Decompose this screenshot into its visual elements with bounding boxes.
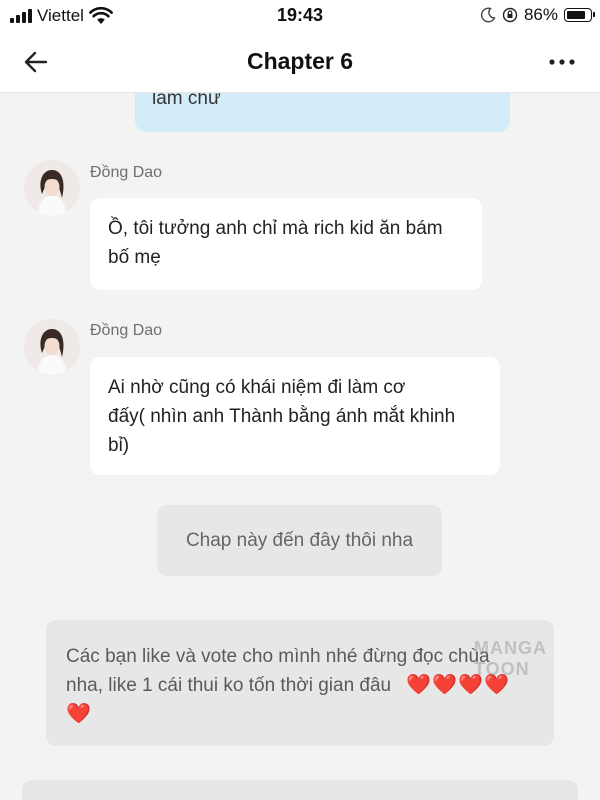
character-name: Đồng Dao: [90, 322, 163, 339]
more-icon[interactable]: [546, 52, 578, 72]
author-note-line: nha, like 1 cái thui ko tốn thời gian đâ…: [66, 671, 534, 700]
message-line: Ai nhờ cũng có khái niệm đi làm cơ: [108, 377, 406, 398]
avatar[interactable]: [24, 319, 80, 375]
avatar[interactable]: [24, 160, 80, 216]
status-bar: Viettel 19:43 86%: [0, 0, 600, 32]
moon-icon: [480, 7, 496, 23]
rotation-lock-icon: [502, 7, 518, 23]
character-message-bubble: Ai nhờ cũng có khái niệm đi làm cơ đấy( …: [90, 357, 500, 475]
character-portrait-icon: [24, 319, 80, 375]
author-note-line: Các bạn like và vote cho mình nhé đừng đ…: [66, 646, 490, 667]
battery-icon: [564, 8, 595, 22]
narration-bubble: Chap này đến đây thôi nha: [157, 505, 442, 576]
author-note-text: nha, like 1 cái thui ko tốn thời gian đâ…: [66, 675, 392, 696]
next-bubble-edge: [22, 780, 578, 800]
watermark-logo: MANGA TOON: [474, 638, 547, 679]
character-message-bubble: Ồ, tôi tưởng anh chỉ mà rich kid ăn bám …: [90, 198, 482, 290]
character-name: Đồng Dao: [90, 164, 163, 181]
message-line: Ồ, tôi tưởng anh chỉ mà rich kid ăn bám: [108, 218, 443, 239]
character-portrait-icon: [24, 160, 80, 216]
heart-icon: ❤️: [66, 703, 92, 725]
author-note-line: ❤️: [66, 700, 534, 729]
nav-bar: Chapter 6: [0, 32, 600, 93]
battery-percent: 86%: [523, 5, 558, 24]
message-line: bỉ): [108, 435, 130, 456]
status-right: 86%: [480, 5, 595, 25]
chapter-title: Chapter 6: [246, 48, 354, 74]
message-line: đấy( nhìn anh Thành bằng ánh mắt khinh: [108, 406, 456, 427]
narration-text: Chap này đến đây thôi nha: [185, 530, 414, 551]
message-line: bố mẹ: [108, 247, 161, 268]
